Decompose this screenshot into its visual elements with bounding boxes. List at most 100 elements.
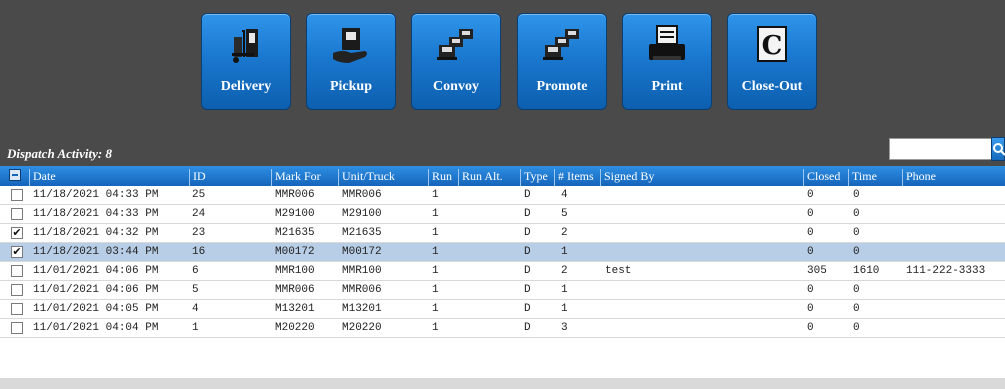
delivery-button[interactable]: Delivery — [201, 13, 291, 110]
table-row[interactable]: 11/01/2021 04:05 PM 4 M13201 M13201 1 D 1 0 0 — [0, 300, 1005, 319]
row-mark-for: M00172 — [275, 246, 315, 258]
column-header-date[interactable]: Date — [29, 169, 189, 186]
table-row[interactable]: 11/01/2021 04:04 PM 1 M20220 M20220 1 D 3 0 0 — [0, 319, 1005, 338]
row-time: 1610 — [853, 265, 880, 277]
row-items: 2 — [561, 265, 568, 277]
row-id: 25 — [192, 189, 206, 201]
svg-text:C: C — [762, 31, 783, 61]
close-out-button[interactable]: C Close-Out — [727, 13, 817, 110]
row-checkbox[interactable] — [11, 265, 23, 277]
convoy-button-label: Convoy — [433, 79, 479, 94]
column-header-time[interactable]: Time — [848, 169, 902, 186]
column-header-mark-for[interactable]: Mark For — [271, 169, 338, 186]
row-checkbox[interactable]: ✔ — [11, 227, 23, 239]
column-header-type[interactable]: Type — [520, 169, 554, 186]
select-all-checkbox[interactable] — [9, 169, 21, 181]
search-button[interactable] — [991, 137, 1005, 161]
row-date: 11/18/2021 04:33 PM — [33, 208, 159, 220]
row-mark-for: M29100 — [275, 208, 315, 220]
row-signed-by: test — [605, 265, 632, 277]
row-id: 1 — [192, 322, 199, 334]
row-type: D — [524, 322, 531, 334]
table-row[interactable]: 11/18/2021 04:33 PM 24 M29100 M29100 1 D 5 0 0 — [0, 205, 1005, 224]
row-type: D — [524, 265, 531, 277]
grid-body: 11/18/2021 04:33 PM 25 MMR006 MMR006 1 D 4 0 0 11… — [0, 186, 1005, 338]
column-header-run[interactable]: Run — [428, 169, 458, 186]
row-date: 11/01/2021 04:04 PM — [33, 322, 159, 334]
row-id: 23 — [192, 227, 206, 239]
row-checkbox[interactable] — [11, 208, 23, 220]
row-run: 1 — [432, 322, 439, 334]
row-time: 0 — [853, 246, 860, 258]
grid-header: Date ID Mark For Unit/Truck Run Run Alt.… — [0, 166, 1005, 186]
row-run: 1 — [432, 208, 439, 220]
row-date: 11/18/2021 04:32 PM — [33, 227, 159, 239]
pickup-button[interactable]: Pickup — [306, 13, 396, 110]
row-run: 1 — [432, 246, 439, 258]
row-date: 11/18/2021 04:33 PM — [33, 189, 159, 201]
row-date: 11/01/2021 04:06 PM — [33, 265, 159, 277]
column-header-closed[interactable]: Closed — [803, 169, 848, 186]
row-closed: 0 — [807, 303, 814, 315]
search-icon — [993, 143, 1005, 156]
row-items: 3 — [561, 322, 568, 334]
convoy-button[interactable]: Convoy — [411, 13, 501, 110]
row-id: 16 — [192, 246, 206, 258]
row-items: 1 — [561, 284, 568, 296]
row-checkbox[interactable]: ✔ — [11, 246, 23, 258]
dispatch-grid: Date ID Mark For Unit/Truck Run Run Alt.… — [0, 166, 1005, 338]
row-mark-for: MMR100 — [275, 265, 315, 277]
table-row[interactable]: 11/01/2021 04:06 PM 5 MMR006 MMR006 1 D 1 0 0 — [0, 281, 1005, 300]
row-unit-truck: MMR006 — [342, 189, 382, 201]
column-header-signed-by[interactable]: Signed By — [600, 169, 803, 186]
close-out-c-icon: C — [728, 22, 816, 68]
row-unit-truck: MMR006 — [342, 284, 382, 296]
grid-footer — [0, 378, 1005, 389]
row-time: 0 — [853, 208, 860, 220]
table-row[interactable]: ✔ 11/18/2021 04:32 PM 23 M21635 M21635 1 D 2 0 0 — [0, 224, 1005, 243]
promote-button-label: Promote — [536, 79, 588, 94]
table-row[interactable]: 11/01/2021 04:06 PM 6 MMR100 MMR100 1 D 2 test 3… — [0, 262, 1005, 281]
row-run: 1 — [432, 284, 439, 296]
row-run: 1 — [432, 265, 439, 277]
column-header-id[interactable]: ID — [189, 169, 271, 186]
column-header-phone[interactable]: Phone — [902, 169, 1005, 186]
close-out-button-label: Close-Out — [741, 79, 803, 94]
row-time: 0 — [853, 227, 860, 239]
row-date: 11/18/2021 03:44 PM — [33, 246, 159, 258]
table-row[interactable]: ✔ 11/18/2021 03:44 PM 16 M00172 M00172 1 D 1 0 0 — [0, 243, 1005, 262]
row-unit-truck: M13201 — [342, 303, 382, 315]
row-run: 1 — [432, 227, 439, 239]
row-items: 4 — [561, 189, 568, 201]
column-header-run-alt[interactable]: Run Alt. — [458, 169, 520, 186]
row-type: D — [524, 227, 531, 239]
row-type: D — [524, 189, 531, 201]
row-unit-truck: M20220 — [342, 322, 382, 334]
row-time: 0 — [853, 189, 860, 201]
table-row[interactable]: 11/18/2021 04:33 PM 25 MMR006 MMR006 1 D 4 0 0 — [0, 186, 1005, 205]
hand-box-pickup-icon — [307, 22, 395, 68]
row-type: D — [524, 208, 531, 220]
row-checkbox[interactable] — [11, 303, 23, 315]
row-date: 11/01/2021 04:06 PM — [33, 284, 159, 296]
column-header-items[interactable]: # Items — [554, 169, 600, 186]
pickup-button-label: Pickup — [329, 79, 372, 94]
row-checkbox[interactable] — [11, 322, 23, 334]
trucks-convoy-icon — [412, 22, 500, 68]
print-button[interactable]: Print — [622, 13, 712, 110]
row-type: D — [524, 246, 531, 258]
promote-button[interactable]: Promote — [517, 13, 607, 110]
search-input[interactable] — [889, 138, 993, 160]
row-time: 0 — [853, 284, 860, 296]
row-type: D — [524, 284, 531, 296]
row-unit-truck: M29100 — [342, 208, 382, 220]
row-time: 0 — [853, 322, 860, 334]
print-button-label: Print — [651, 79, 683, 94]
row-items: 2 — [561, 227, 568, 239]
column-header-unit-truck[interactable]: Unit/Truck — [338, 169, 428, 186]
row-checkbox[interactable] — [11, 189, 23, 201]
row-mark-for: M13201 — [275, 303, 315, 315]
row-mark-for: M20220 — [275, 322, 315, 334]
row-checkbox[interactable] — [11, 284, 23, 296]
row-closed: 0 — [807, 322, 814, 334]
